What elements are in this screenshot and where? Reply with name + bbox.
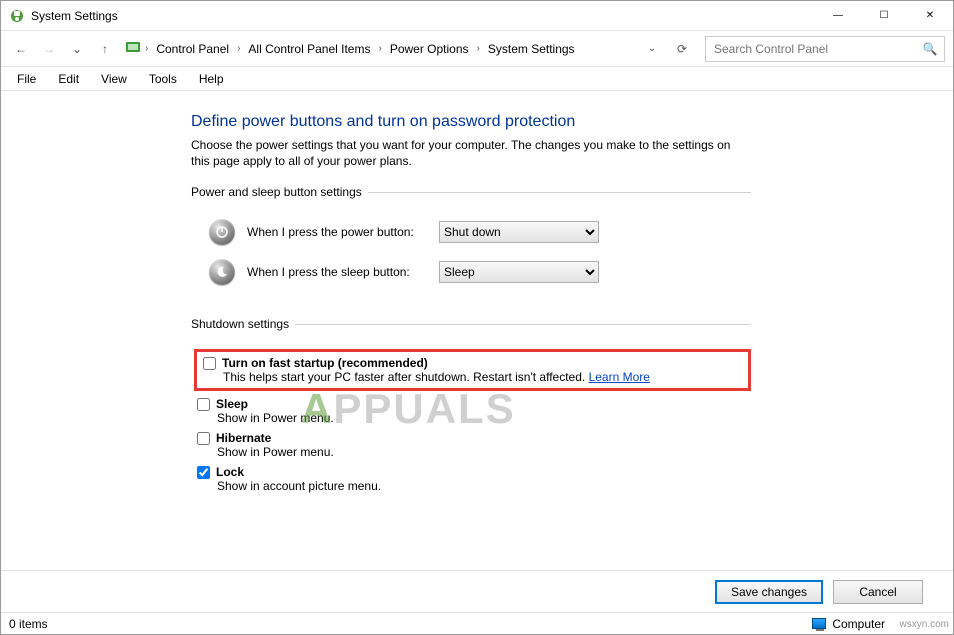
hibernate-checkbox[interactable] — [197, 432, 210, 445]
title-bar: System Settings — ☐ ✕ — [1, 1, 953, 31]
hibernate-description: Show in Power menu. — [217, 445, 751, 459]
fast-startup-description: This helps start your PC faster after sh… — [223, 370, 742, 384]
sleep-icon — [209, 259, 235, 285]
power-button-row: When I press the power button: Shut down — [209, 219, 751, 245]
window-title: System Settings — [31, 9, 118, 23]
page-heading: Define power buttons and turn on passwor… — [191, 113, 933, 131]
crumb-all-items[interactable]: All Control Panel Items — [244, 40, 374, 58]
sleep-item: Sleep Show in Power menu. — [197, 397, 751, 425]
sleep-button-row: When I press the sleep button: Sleep — [209, 259, 751, 285]
refresh-button[interactable]: ⟳ — [669, 36, 695, 62]
learn-more-link[interactable]: Learn More — [589, 370, 650, 384]
crumb-control-panel[interactable]: Control Panel — [152, 40, 233, 58]
lock-title: Lock — [216, 465, 244, 479]
status-location-label: Computer — [832, 617, 885, 631]
hibernate-title: Hibernate — [216, 431, 271, 445]
save-changes-button[interactable]: Save changes — [715, 580, 823, 604]
crumb-system-settings[interactable]: System Settings — [484, 40, 579, 58]
lock-item: Lock Show in account picture menu. — [197, 465, 751, 493]
chevron-right-icon[interactable]: › — [235, 43, 242, 54]
close-button[interactable]: ✕ — [907, 1, 953, 31]
power-button-select[interactable]: Shut down — [439, 221, 599, 243]
sleep-title: Sleep — [216, 397, 248, 411]
status-bar: 0 items Computer — [1, 612, 953, 634]
search-icon[interactable]: 🔍 — [922, 42, 938, 56]
group-legend-power-sleep: Power and sleep button settings — [191, 185, 368, 199]
computer-icon — [812, 618, 826, 629]
content-area: APPUALS Define power buttons and turn on… — [1, 95, 953, 570]
chevron-right-icon[interactable]: › — [143, 43, 150, 54]
menu-file[interactable]: File — [7, 70, 46, 88]
menu-view[interactable]: View — [91, 70, 137, 88]
cancel-button[interactable]: Cancel — [833, 580, 923, 604]
chevron-right-icon[interactable]: › — [475, 43, 482, 54]
power-sleep-button-settings-group: Power and sleep button settings When I p… — [191, 185, 751, 307]
menu-tools[interactable]: Tools — [139, 70, 187, 88]
menu-edit[interactable]: Edit — [48, 70, 89, 88]
search-input[interactable] — [712, 41, 922, 57]
status-item-count: 0 items — [9, 617, 48, 631]
lock-description: Show in account picture menu. — [217, 479, 751, 493]
forward-button[interactable]: → — [37, 37, 61, 61]
navigation-bar: ← → ⌄ ↑ › Control Panel › All Control Pa… — [1, 31, 953, 67]
minimize-button[interactable]: — — [815, 1, 861, 31]
address-dropdown-button[interactable]: ⌄ — [643, 43, 661, 54]
chevron-right-icon[interactable]: › — [376, 43, 383, 54]
back-button[interactable]: ← — [9, 37, 33, 61]
power-icon — [209, 219, 235, 245]
sleep-description: Show in Power menu. — [217, 411, 751, 425]
group-legend-shutdown: Shutdown settings — [191, 317, 295, 331]
hibernate-item: Hibernate Show in Power menu. — [197, 431, 751, 459]
search-box[interactable]: 🔍 — [705, 36, 945, 62]
button-bar: Save changes Cancel — [1, 570, 953, 612]
fast-startup-item: Turn on fast startup (recommended) This … — [194, 349, 751, 391]
sleep-checkbox[interactable] — [197, 398, 210, 411]
sleep-button-label: When I press the sleep button: — [247, 265, 427, 279]
menu-help[interactable]: Help — [189, 70, 234, 88]
breadcrumb[interactable]: › Control Panel › All Control Panel Item… — [121, 36, 665, 62]
lock-checkbox[interactable] — [197, 466, 210, 479]
menu-bar: File Edit View Tools Help — [1, 67, 953, 91]
attribution-text: wsxyn.com — [900, 619, 949, 630]
app-icon — [9, 8, 25, 24]
maximize-button[interactable]: ☐ — [861, 1, 907, 31]
control-panel-icon — [125, 39, 141, 58]
page-description: Choose the power settings that you want … — [191, 137, 751, 169]
up-button[interactable]: ↑ — [93, 37, 117, 61]
fast-startup-title: Turn on fast startup (recommended) — [222, 356, 428, 370]
recent-locations-button[interactable]: ⌄ — [65, 37, 89, 61]
power-button-label: When I press the power button: — [247, 225, 427, 239]
crumb-power-options[interactable]: Power Options — [386, 40, 473, 58]
sleep-button-select[interactable]: Sleep — [439, 261, 599, 283]
shutdown-settings-group: Shutdown settings Turn on fast startup (… — [191, 317, 751, 507]
fast-startup-checkbox[interactable] — [203, 357, 216, 370]
